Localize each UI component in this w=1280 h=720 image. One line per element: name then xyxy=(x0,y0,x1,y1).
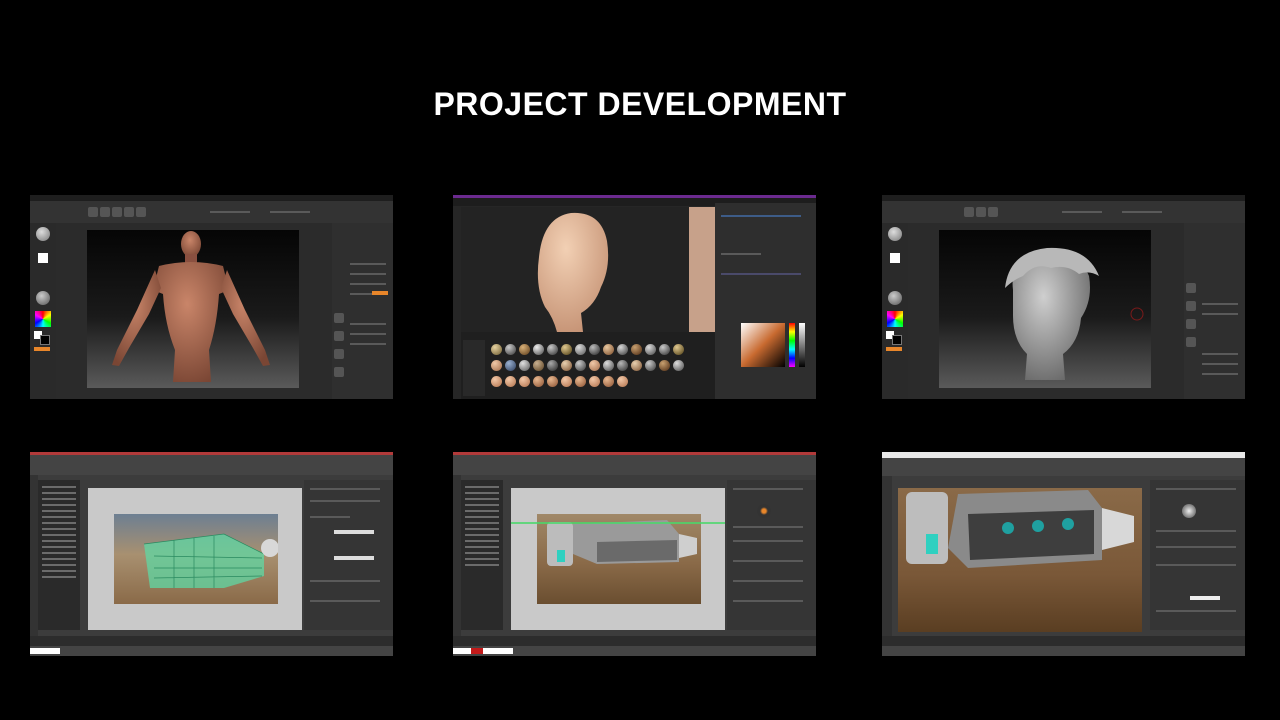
left-palette xyxy=(882,223,908,399)
shelf xyxy=(30,455,393,475)
color-picker[interactable] xyxy=(741,323,785,367)
shelf xyxy=(453,455,816,475)
screenshot-maya-closeup xyxy=(882,452,1245,656)
toolbox xyxy=(882,476,892,646)
screenshot-zbrush-body xyxy=(30,195,393,399)
viewport[interactable] xyxy=(939,230,1151,388)
status-bar xyxy=(882,646,1245,656)
shaded-ship xyxy=(547,520,697,566)
status-bar xyxy=(30,646,393,656)
head-hair-sculpt xyxy=(1005,247,1144,380)
attribute-editor xyxy=(304,480,393,630)
shelf xyxy=(882,458,1245,476)
viewport[interactable] xyxy=(87,230,299,388)
properties-panel xyxy=(715,203,816,399)
uv-viewport xyxy=(689,207,715,332)
viewport[interactable] xyxy=(511,488,725,630)
timeline[interactable] xyxy=(882,636,1245,646)
screenshot-maya-wireframe xyxy=(30,452,393,656)
wireframe-ship xyxy=(143,533,279,588)
viewport[interactable] xyxy=(898,488,1142,632)
viewport-3d[interactable] xyxy=(461,207,689,332)
toolbar xyxy=(30,201,393,223)
attribute-editor xyxy=(727,480,816,630)
head-model xyxy=(537,212,609,332)
slide-title: PROJECT DEVELOPMENT xyxy=(433,86,847,122)
viewport[interactable] xyxy=(88,488,302,630)
timeline[interactable] xyxy=(30,636,393,646)
screenshot-zbrush-head xyxy=(882,195,1245,399)
status-bar xyxy=(453,646,816,656)
left-palette xyxy=(30,223,56,399)
right-panel xyxy=(332,223,393,399)
timeline[interactable] xyxy=(453,636,816,646)
outliner xyxy=(461,480,503,630)
toolbox xyxy=(453,475,461,645)
body-sculpt xyxy=(112,231,270,382)
right-panel xyxy=(1184,223,1245,399)
toolbox xyxy=(30,475,38,645)
screenshot-maya-shaded xyxy=(453,452,816,656)
shelf-panel xyxy=(461,332,715,399)
closeup-ship xyxy=(906,490,1134,568)
attribute-editor xyxy=(1150,480,1245,630)
screenshot-substance-head xyxy=(453,195,816,399)
outliner xyxy=(38,480,80,630)
toolbar xyxy=(882,201,1245,223)
